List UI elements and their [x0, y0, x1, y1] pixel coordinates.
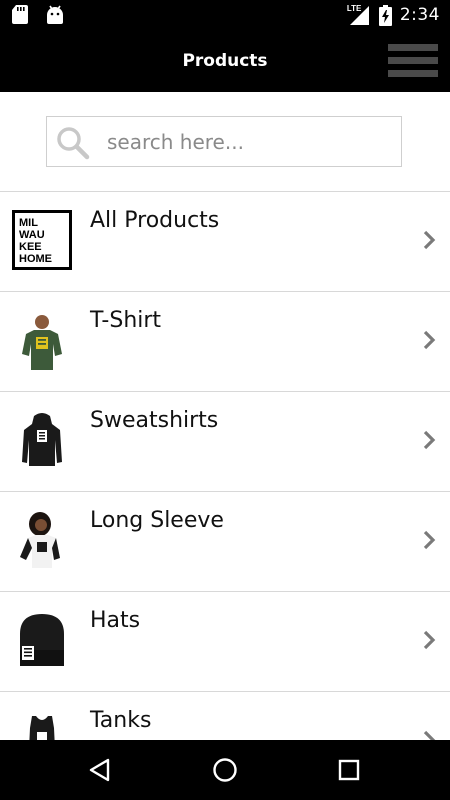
back-button[interactable]	[60, 740, 140, 800]
signal-indicator: LTE	[347, 4, 371, 26]
list-item-label: All Products	[90, 208, 220, 233]
screen: LTE 2:34 Products search here... MIL WAU…	[0, 0, 450, 800]
clock: 2:34	[399, 5, 440, 25]
logo-line-1: MIL	[19, 217, 38, 229]
app-bar: Products	[0, 31, 450, 92]
notification-icons	[12, 5, 64, 24]
search-icon	[57, 127, 90, 160]
chevron-right-icon	[423, 530, 436, 550]
list-item-sweatshirts[interactable]: Sweatshirts	[0, 391, 450, 491]
milwaukee-home-logo: MIL WAU KEE HOME	[12, 210, 72, 270]
logo-line-2: WAU	[19, 229, 45, 241]
search-input[interactable]	[107, 117, 397, 166]
recents-button[interactable]	[309, 740, 389, 800]
home-circle-icon	[213, 758, 237, 782]
hoodie-photo	[22, 413, 62, 466]
list-item-hats[interactable]: Hats	[0, 591, 450, 691]
search-box[interactable]	[46, 116, 402, 167]
chevron-right-icon	[423, 230, 436, 250]
list-item-label: Tanks	[90, 708, 152, 733]
sd-card-icon	[12, 5, 28, 24]
system-icons: LTE 2:34	[347, 4, 440, 26]
chevron-right-icon	[423, 630, 436, 650]
product-list: MIL WAU KEE HOME All Products T-Shirt Sw…	[0, 191, 450, 791]
tshirt-photo	[22, 315, 62, 370]
chevron-right-icon	[423, 430, 436, 450]
menu-button[interactable]	[388, 44, 438, 78]
beanie-photo	[20, 614, 64, 666]
android-icon	[47, 5, 63, 24]
list-item-label: Hats	[90, 608, 141, 633]
list-item-long-sleeve[interactable]: Long Sleeve	[0, 491, 450, 591]
list-item-label: T-Shirt	[90, 308, 162, 333]
logo-line-3: KEE	[19, 241, 42, 253]
logo-line-4: HOME	[19, 253, 52, 265]
home-button[interactable]	[185, 740, 265, 800]
system-nav-bar	[0, 740, 450, 800]
back-triangle-icon	[89, 758, 110, 782]
list-item-all-products[interactable]: MIL WAU KEE HOME All Products	[0, 191, 450, 291]
battery-charging-icon	[378, 4, 392, 26]
list-item-t-shirt[interactable]: T-Shirt	[0, 291, 450, 391]
hamburger-icon	[388, 44, 438, 78]
status-bar: LTE 2:34	[0, 0, 450, 31]
chevron-right-icon	[423, 330, 436, 350]
page-title: Products	[182, 51, 268, 71]
long-sleeve-photo	[20, 512, 60, 568]
search-area	[0, 92, 450, 192]
list-item-label: Sweatshirts	[90, 408, 219, 433]
signal-icon	[349, 6, 369, 25]
list-item-label: Long Sleeve	[90, 508, 224, 533]
recents-square-icon	[338, 759, 360, 781]
